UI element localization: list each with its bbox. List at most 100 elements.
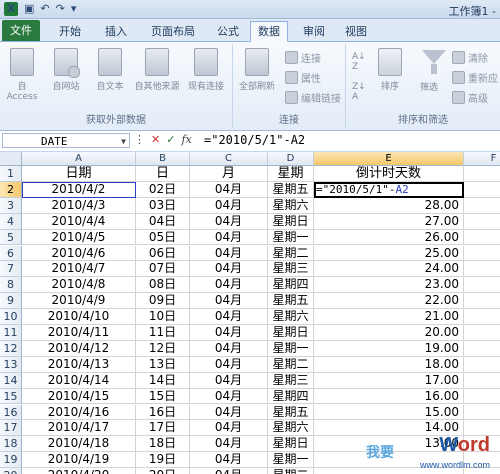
table-cell-a[interactable]: 2010/4/20 <box>22 468 136 474</box>
edit-links-button[interactable]: 编辑链接 <box>285 90 341 105</box>
table-cell-a[interactable]: 2010/4/19 <box>22 452 136 469</box>
table-cell-d[interactable]: 星期三 <box>268 372 314 389</box>
row-header[interactable]: 8 <box>0 277 22 294</box>
tab-page-layout[interactable]: 页面布局 <box>142 22 204 41</box>
table-cell-c[interactable]: 04月 <box>190 245 268 262</box>
select-all-corner[interactable] <box>0 152 22 166</box>
table-cell-b[interactable]: 16日 <box>136 404 190 421</box>
row-header[interactable]: 19 <box>0 452 22 469</box>
table-cell-f[interactable] <box>464 182 500 198</box>
table-cell-c[interactable]: 04月 <box>190 372 268 389</box>
table-cell-a[interactable]: 2010/4/18 <box>22 436 136 453</box>
filter-button[interactable]: 筛选 <box>416 48 452 98</box>
table-cell-c[interactable]: 04月 <box>190 325 268 341</box>
column-header-e[interactable]: E <box>314 152 464 166</box>
row-header[interactable]: 5 <box>0 229 22 246</box>
table-cell-f[interactable] <box>464 277 500 294</box>
row-header[interactable]: 4 <box>0 213 22 230</box>
table-cell-c[interactable]: 04月 <box>190 181 268 198</box>
tab-data[interactable]: 数据 <box>250 21 288 42</box>
table-cell-f[interactable] <box>464 405 500 421</box>
table-cell-d[interactable]: 星期日 <box>268 213 314 230</box>
table-cell-d[interactable]: 星期五 <box>268 404 314 421</box>
table-cell-b[interactable]: 14日 <box>136 372 190 389</box>
table-cell-d[interactable]: 星期四 <box>268 277 314 294</box>
table-cell-d[interactable]: 星期五 <box>268 293 314 310</box>
table-cell-d[interactable]: 星期日 <box>268 436 314 453</box>
tab-insert[interactable]: 插入 <box>98 22 134 41</box>
table-cell-f[interactable] <box>464 198 500 214</box>
tab-formulas[interactable]: 公式 <box>210 22 246 41</box>
table-cell-d[interactable]: 星期二 <box>268 356 314 373</box>
table-cell-b[interactable]: 08日 <box>136 277 190 294</box>
table-cell-b[interactable]: 10日 <box>136 309 190 325</box>
table-cell-b[interactable]: 06日 <box>136 245 190 262</box>
chevron-down-icon[interactable]: ▼ <box>121 134 126 149</box>
from-access-button[interactable]: 自 Access <box>2 48 42 102</box>
row-header[interactable]: 17 <box>0 420 22 437</box>
row-header[interactable]: 2 <box>0 181 22 198</box>
table-cell-f[interactable] <box>464 214 500 230</box>
table-cell-b[interactable]: 18日 <box>136 436 190 453</box>
table-cell-d[interactable]: 星期六 <box>268 309 314 325</box>
connections-button[interactable]: 连接 <box>285 50 321 65</box>
tab-file[interactable]: 文件 <box>2 20 40 41</box>
existing-connections-button[interactable]: 现有连接 <box>186 48 226 92</box>
table-cell-b[interactable]: 05日 <box>136 229 190 246</box>
table-cell-b[interactable]: 13日 <box>136 356 190 373</box>
column-header-d[interactable]: D <box>268 152 314 166</box>
table-cell-e[interactable]: 28.00 <box>314 197 464 214</box>
row-header[interactable]: 7 <box>0 261 22 278</box>
from-other-sources-button[interactable]: 自其他来源 <box>134 48 180 92</box>
table-cell-c[interactable]: 04月 <box>190 277 268 294</box>
table-cell-b[interactable]: 02日 <box>136 181 190 198</box>
table-cell-a[interactable]: 2010/4/6 <box>22 245 136 262</box>
table-cell-a[interactable]: 2010/4/15 <box>22 388 136 405</box>
header-cell-c[interactable]: 月 <box>190 166 268 182</box>
table-cell-e[interactable]: 23.00 <box>314 277 464 294</box>
table-cell-e[interactable]: 27.00 <box>314 213 464 230</box>
table-cell-c[interactable]: 04月 <box>190 197 268 214</box>
table-cell-c[interactable]: 04月 <box>190 340 268 357</box>
table-cell-e[interactable]: 26.00 <box>314 229 464 246</box>
column-header-c[interactable]: C <box>190 152 268 166</box>
table-cell-c[interactable]: 04月 <box>190 293 268 310</box>
table-cell-a[interactable]: 2010/4/12 <box>22 340 136 357</box>
header-cell-e[interactable]: 倒计时天数 <box>314 166 464 182</box>
table-cell-c[interactable]: 04月 <box>190 404 268 421</box>
row-header[interactable]: 6 <box>0 245 22 262</box>
table-cell-d[interactable]: 星期五 <box>268 181 314 198</box>
table-cell-c[interactable]: 04月 <box>190 468 268 474</box>
tab-home[interactable]: 开始 <box>52 22 88 41</box>
table-cell-e[interactable]: 20.00 <box>314 325 464 341</box>
header-cell-d[interactable]: 星期 <box>268 166 314 182</box>
table-cell-b[interactable]: 03日 <box>136 197 190 214</box>
row-header[interactable]: 9 <box>0 293 22 310</box>
table-cell-b[interactable]: 19日 <box>136 452 190 469</box>
table-cell-b[interactable]: 17日 <box>136 420 190 437</box>
table-cell-f[interactable] <box>464 246 500 262</box>
table-cell-d[interactable]: 星期六 <box>268 197 314 214</box>
table-cell-a[interactable]: 2010/4/10 <box>22 309 136 325</box>
header-cell-a[interactable]: 日期 <box>22 166 136 182</box>
tab-review[interactable]: 审阅 <box>296 22 332 41</box>
table-cell-d[interactable]: 星期一 <box>268 340 314 357</box>
table-cell-e[interactable]: 16.00 <box>314 388 464 405</box>
table-cell-c[interactable]: 04月 <box>190 213 268 230</box>
table-cell-f[interactable] <box>464 373 500 389</box>
from-text-button[interactable]: 自文本 <box>90 48 130 92</box>
table-cell-c[interactable]: 04月 <box>190 420 268 437</box>
table-cell-a[interactable]: 2010/4/4 <box>22 213 136 230</box>
column-header-b[interactable]: B <box>136 152 190 166</box>
insert-function-icon[interactable]: fx <box>181 133 191 146</box>
sort-az-icon[interactable]: A↓ Z <box>352 52 366 72</box>
properties-button[interactable]: 属性 <box>285 70 321 85</box>
row-header[interactable]: 20 <box>0 468 22 474</box>
table-cell-d[interactable]: 星期日 <box>268 325 314 341</box>
table-cell-e[interactable]: 17.00 <box>314 372 464 389</box>
refresh-all-button[interactable]: 全部刷新 <box>237 48 277 92</box>
table-cell-e[interactable]: 24.00 <box>314 261 464 278</box>
row-header[interactable]: 16 <box>0 404 22 421</box>
customize-qat-icon[interactable]: ▾ <box>71 2 77 16</box>
row-header[interactable]: 10 <box>0 309 22 325</box>
